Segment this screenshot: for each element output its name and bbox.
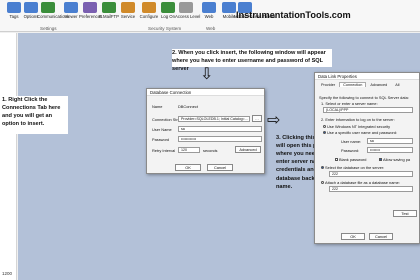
dlp-intro: Specify the following to connect to SQL …	[319, 95, 409, 100]
name-value: DBConnect	[178, 104, 198, 109]
dlp-user-label: User name:	[341, 139, 362, 144]
arrow-right-icon: ⇨	[267, 112, 281, 129]
connection-string-field[interactable]: Provider=SQLOLEDB.1; Initial Catalog=...	[178, 116, 250, 122]
radio-icon	[323, 125, 326, 129]
ribbon-button-service[interactable]: Service	[117, 2, 139, 24]
retry-interval-field[interactable]: 120	[178, 147, 200, 153]
ribbon-button-label: Access Level	[175, 14, 201, 19]
attach-db-label: Attach a database file as a database nam…	[325, 180, 400, 185]
database-connection-dialog: Database Connection Name DBConnect Conne…	[146, 88, 265, 174]
opt-specific-user[interactable]: Use a specific user name and password:	[323, 130, 397, 135]
checkbox-icon	[335, 158, 338, 162]
dlp-step2: 2. Enter information to log on to the se…	[321, 117, 395, 122]
tab-all[interactable]: All	[391, 82, 403, 88]
test-connection-button[interactable]: Test	[393, 210, 417, 217]
cancel-button[interactable]: Cancel	[207, 164, 233, 171]
database-select[interactable]: 222	[329, 171, 413, 177]
site-watermark: InstrumentationTools.com	[236, 10, 351, 20]
allow-saving-check[interactable]: Allow saving pa	[379, 157, 410, 162]
retry-unit: seconds	[203, 148, 218, 153]
ribbon-button-web[interactable]: Web	[198, 2, 220, 24]
radio-icon	[321, 181, 324, 185]
group-settings-label: Settings	[40, 26, 57, 31]
dlp-cancel-button[interactable]: Cancel	[369, 233, 393, 240]
opt-windows-security-label: Use Windows NT Integrated security	[327, 124, 391, 129]
dlp-tabs: Provider Connection Advanced All	[317, 82, 403, 88]
blank-password-label: Blank password	[339, 157, 367, 162]
log-on-icon	[161, 2, 175, 13]
dlp-step1: 1. Select or enter a server name:	[321, 101, 378, 106]
user-name-label: User Name	[152, 127, 172, 132]
viewer-icon	[64, 2, 78, 13]
advanced-button[interactable]: Advanced	[235, 146, 261, 153]
annotation-step1: 1. Right Click the Connections Tab here …	[2, 96, 68, 134]
dlp-password-field[interactable]: ••••••••	[367, 147, 413, 153]
connections-tree-pane[interactable]	[0, 33, 17, 280]
ribbon-button-label: Web	[204, 14, 214, 19]
blank-password-check[interactable]: Blank password	[335, 157, 366, 162]
dlp-user-field[interactable]: sa	[367, 138, 413, 144]
select-db-label: Select the database on the server:	[325, 165, 385, 170]
user-name-field[interactable]: sa	[178, 126, 262, 132]
password-label: Password	[152, 137, 170, 142]
tags-icon	[7, 2, 21, 13]
tab-connection[interactable]: Connection	[339, 82, 367, 87]
ribbon-button-label: Service	[120, 14, 136, 19]
radio-selected-icon	[321, 166, 324, 170]
ribbon-button-label: Communications	[37, 14, 70, 19]
annotation-step2: 2. When you click insert, the following …	[172, 49, 332, 72]
opt-windows-security[interactable]: Use Windows NT Integrated security	[323, 124, 390, 129]
attach-db-field[interactable]: 222	[329, 186, 413, 192]
opt-select-db[interactable]: Select the database on the server:	[321, 165, 384, 170]
e-mailftp-icon	[102, 2, 116, 13]
checkbox-checked-icon	[379, 158, 382, 162]
radio-selected-icon	[323, 131, 326, 135]
name-label: Name	[152, 104, 163, 109]
group-web-label: Web	[206, 26, 216, 31]
ribbon-button-communications[interactable]: Communications	[37, 2, 70, 24]
opt-attach-db[interactable]: Attach a database file as a database nam…	[321, 180, 400, 185]
web-icon	[202, 2, 216, 13]
preferences-icon	[83, 2, 97, 13]
retry-interval-label: Retry Interval	[152, 148, 176, 153]
tab-provider[interactable]: Provider	[317, 82, 339, 88]
dlp-password-label: Password:	[341, 148, 360, 153]
tab-advanced[interactable]: Advanced	[366, 82, 391, 88]
configure-icon	[142, 2, 156, 13]
options-icon	[24, 2, 38, 13]
data-link-properties-dialog: Data Link Properties Provider Connection A…	[314, 72, 420, 244]
allow-saving-label: Allow saving pa	[383, 157, 411, 162]
communications-icon	[41, 2, 55, 13]
dlp-title: Data Link Properties	[315, 73, 419, 80]
group-security-label: Security System	[148, 26, 182, 31]
service-icon	[121, 2, 135, 13]
build-connection-button[interactable]: …	[252, 115, 262, 122]
ribbon-button-access-level[interactable]: Access Level	[175, 2, 201, 24]
opt-specific-user-label: Use a specific user name and password:	[327, 130, 398, 135]
server-name-field[interactable]: (LOCAL)\PPP	[323, 107, 413, 113]
arrow-down-icon: ⇩	[200, 66, 214, 83]
ribbon-toolbar: Tags Options Communications Viewer Preferenc…	[0, 0, 420, 32]
status-number: 1200	[2, 271, 13, 276]
dlp-ok-button[interactable]: OK	[341, 233, 365, 240]
ok-button[interactable]: OK	[175, 164, 201, 171]
password-field[interactable]: ••••••••••••	[178, 136, 262, 142]
dialog-title: Database Connection	[147, 89, 264, 96]
access-level-icon	[179, 2, 193, 13]
